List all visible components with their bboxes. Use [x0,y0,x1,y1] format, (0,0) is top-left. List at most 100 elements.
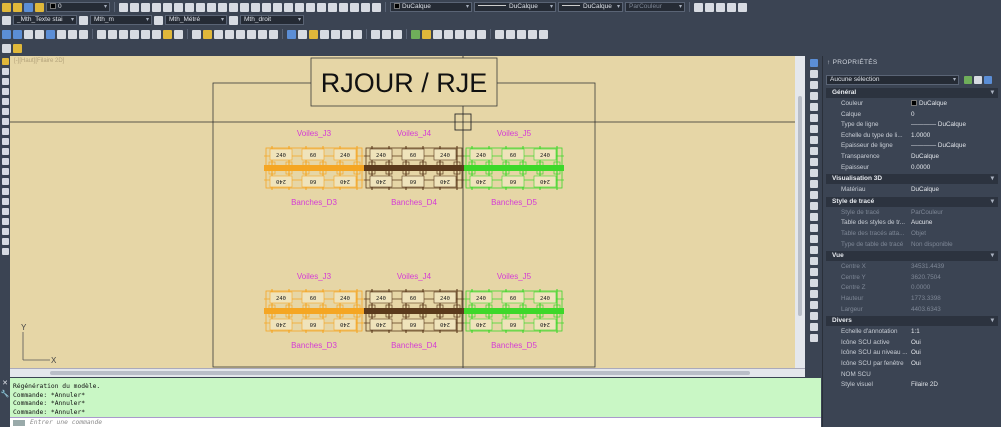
category-header[interactable]: Visualisation 3D [826,174,998,185]
horizontal-scrollbar[interactable] [10,368,805,377]
layer-tool-13-icon[interactable] [251,2,260,12]
property-row[interactable]: Calque 0 [826,110,998,121]
property-value[interactable]: Non disponible [911,240,997,251]
color-select[interactable]: DuCalque [390,2,472,12]
join-icon[interactable] [1,238,9,245]
mod-25-icon[interactable] [809,323,818,331]
selection-select[interactable]: Aucune sélection [826,75,959,85]
tool-e-3-icon[interactable] [393,29,402,39]
table-style-select[interactable]: Mth_Métré [165,15,227,25]
mod-23-icon[interactable] [809,301,818,309]
property-row[interactable]: Largeur 4403.6343 [826,305,998,316]
mod-22-icon[interactable] [809,290,818,298]
category-header[interactable]: Vue [826,251,998,262]
layer-tool-6-icon[interactable] [174,2,183,12]
tool-d-4-icon[interactable] [320,29,329,39]
category-header[interactable]: Style de tracé [826,196,998,207]
view-4-icon[interactable] [727,2,736,12]
property-row[interactable]: Echelle d'annotation 1:1 [826,327,998,338]
tool-a-4-icon[interactable] [35,29,44,39]
layer-tool-2-icon[interactable] [130,2,139,12]
select-objects-icon[interactable] [974,76,982,84]
tool-d-1-icon[interactable] [287,29,296,39]
category-header[interactable]: Divers [826,316,998,327]
property-row[interactable]: Type de table de tracé Non disponible [826,240,998,251]
tool-c-5-icon[interactable] [236,29,245,39]
property-row[interactable]: Matériau DuCalque [826,185,998,196]
layer-tool-23-icon[interactable] [361,2,370,12]
stretch-icon[interactable] [1,218,9,225]
tool-a-5-icon[interactable] [46,29,55,39]
layer-select[interactable]: 0 [46,2,110,12]
tool-b-3-icon[interactable] [119,29,128,39]
dim-style-select[interactable]: Mth_m [90,15,152,25]
layer-tool-3-icon[interactable] [141,2,150,12]
mod-7-icon[interactable] [809,125,818,133]
lock-icon[interactable] [35,2,44,12]
help-3-icon[interactable] [495,29,504,39]
tool-c-7-icon[interactable] [258,29,267,39]
mod-19-icon[interactable] [809,257,818,265]
info-icon[interactable] [2,43,11,53]
tool-b-8-icon[interactable] [174,29,183,39]
mod-21-icon[interactable] [809,279,818,287]
property-value[interactable]: Objet [911,229,997,240]
property-row[interactable]: Epaisseur de ligne ———— DuCalque [826,141,998,152]
tool-e-2-icon[interactable] [382,29,391,39]
settings-wrench-icon[interactable]: 🔧 [0,389,10,400]
property-value[interactable]: Filaire 2D [911,380,997,391]
tool-c-2-icon[interactable] [203,29,212,39]
view-2-icon[interactable] [705,2,714,12]
tool-g-3-icon[interactable] [517,29,526,39]
text-style-icon[interactable] [2,15,11,25]
mod-2-icon[interactable] [809,70,818,78]
tool-b-4-icon[interactable] [130,29,139,39]
view-5-icon[interactable] [738,2,747,12]
property-row[interactable]: Echelle du type de li... 1.0000 [826,131,998,142]
mod-11-icon[interactable] [809,169,818,177]
property-value[interactable]: ParCouleur [911,208,997,219]
tool-a-7-icon[interactable] [68,29,77,39]
tool-f-7-icon[interactable] [477,29,486,39]
tool-b-7-icon[interactable] [163,29,172,39]
tool-d-3-icon[interactable] [309,29,318,39]
tool-e-1-icon[interactable] [371,29,380,39]
tool-a-1-icon[interactable] [2,29,11,39]
layer-tool-8-icon[interactable] [196,2,205,12]
mod-3-icon[interactable] [809,81,818,89]
tool-b-1-icon[interactable] [97,29,106,39]
tool-b-6-icon[interactable] [152,29,161,39]
command-prompt-icon[interactable] [13,420,25,426]
mod-1-icon[interactable] [809,59,818,67]
draw-line-icon[interactable] [1,58,9,65]
property-value[interactable]: ———— DuCalque [911,141,997,152]
property-value[interactable]: DuCalque [911,185,997,196]
property-value[interactable]: 1:1 [911,327,997,338]
property-row[interactable]: NOM SCU [826,370,998,381]
tool-c-3-icon[interactable] [214,29,223,39]
tool-a-3-icon[interactable] [24,29,33,39]
property-value[interactable]: Oui [911,359,997,370]
view-1-icon[interactable] [694,2,703,12]
mod-6-icon[interactable] [809,114,818,122]
property-value[interactable]: 0.0000 [911,163,997,174]
lightning-icon[interactable] [13,43,22,53]
quick-select-icon[interactable] [984,76,992,84]
mod-13-icon[interactable] [809,191,818,199]
rotate-icon[interactable] [1,138,9,145]
mod-5-icon[interactable] [809,103,818,111]
extend-icon[interactable] [1,178,9,185]
offset-icon[interactable] [1,188,9,195]
trim-icon[interactable] [1,168,9,175]
draw-polygon-icon[interactable] [1,78,9,85]
draw-arc-icon[interactable] [1,98,9,105]
tool-d-5-icon[interactable] [331,29,340,39]
mod-8-icon[interactable] [809,136,818,144]
layer-tool-12-icon[interactable] [240,2,249,12]
layer-tool-18-icon[interactable] [306,2,315,12]
break-icon[interactable] [1,228,9,235]
array-icon[interactable] [1,208,9,215]
tool-c-8-icon[interactable] [269,29,278,39]
tool-f-4-icon[interactable] [444,29,453,39]
property-value[interactable]: 34531.4439 [911,262,997,273]
